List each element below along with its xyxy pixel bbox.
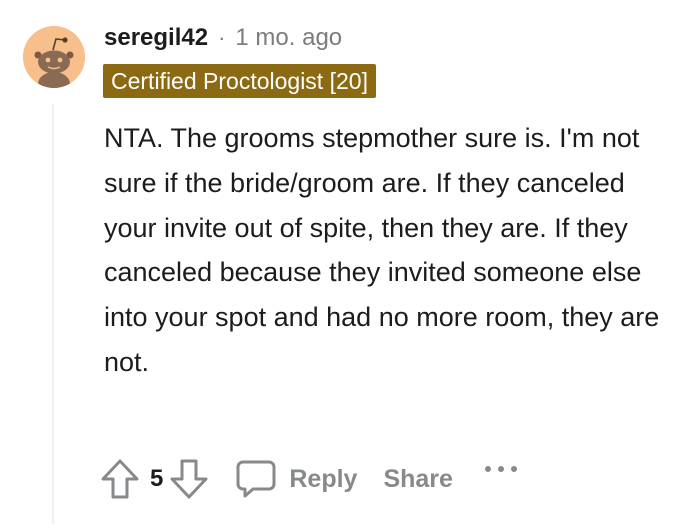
comment-body: NTA. The grooms stepmother sure is. I'm … (104, 123, 660, 377)
share-button[interactable]: Share (383, 465, 452, 494)
username[interactable]: seregil42 (104, 24, 208, 52)
timestamp[interactable]: 1 mo. ago (235, 24, 342, 52)
reply-button[interactable]: Reply (235, 458, 357, 500)
reply-label: Reply (289, 464, 358, 493)
comment-actions: 5 Reply Share (98, 452, 519, 506)
meta-separator: · (218, 25, 226, 50)
downvote-button[interactable] (167, 452, 211, 506)
avatar[interactable] (23, 26, 85, 88)
ellipsis-icon (484, 466, 517, 472)
thread-line[interactable] (52, 104, 54, 524)
comment: seregil42 · 1 mo. ago Certified Proctolo… (0, 0, 700, 532)
comment-meta: seregil42 · 1 mo. ago (104, 20, 342, 56)
more-options-button[interactable] (483, 459, 519, 479)
upvote-arrow-icon (101, 459, 139, 499)
speech-bubble-icon (236, 460, 276, 498)
downvote-arrow-icon (170, 459, 208, 499)
user-flair: Certified Proctologist [20] (103, 64, 376, 98)
snoo-avatar-icon (23, 26, 85, 88)
vote-score: 5 (150, 465, 164, 492)
upvote-button[interactable] (98, 452, 142, 506)
